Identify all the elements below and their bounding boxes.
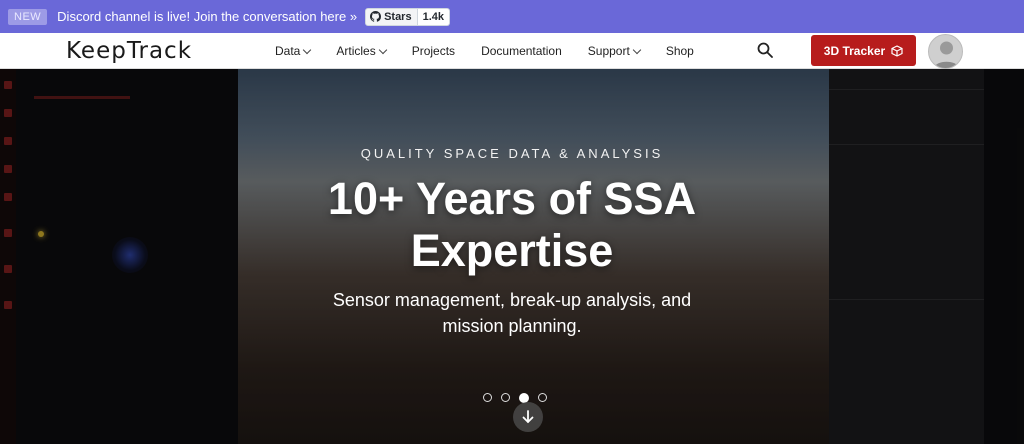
announcement-bar: NEW Discord channel is live! Join the co…	[0, 0, 1024, 33]
3d-tracker-button[interactable]: 3D Tracker	[811, 35, 916, 66]
hero-headline-line-2: Expertise	[410, 225, 614, 276]
nav-item-support[interactable]: Support	[587, 44, 642, 58]
announcement-link[interactable]: Discord channel is live! Join the conver…	[57, 9, 357, 24]
nav-item-label: Support	[587, 44, 630, 58]
nav-item-label: Data	[275, 44, 301, 58]
hero-headline: 10+ Years of SSA Expertise	[0, 173, 1024, 277]
nav-item-label: Articles	[336, 44, 376, 58]
user-avatar-icon	[933, 41, 960, 68]
chevron-down-icon	[378, 45, 387, 54]
github-star-count: 1.4k	[417, 7, 451, 26]
chevron-down-icon	[303, 45, 312, 54]
nav-item-documentation[interactable]: Documentation	[481, 44, 562, 58]
carousel-dot-1[interactable]	[483, 393, 492, 402]
chevron-down-icon	[632, 45, 642, 54]
nav-item-articles[interactable]: Articles	[336, 44, 387, 58]
logo[interactable]: KeepTrack	[66, 38, 192, 64]
hero-eyebrow: QUALITY SPACE DATA & ANALYSIS	[360, 146, 664, 161]
3d-tracker-label: 3D Tracker	[823, 43, 886, 58]
arrow-down-icon	[522, 410, 534, 424]
avatar[interactable]	[928, 34, 963, 69]
nav-item-shop[interactable]: Shop	[666, 44, 694, 58]
nav-item-label: Projects	[411, 44, 456, 58]
carousel-dot-2[interactable]	[501, 393, 510, 402]
github-stars-label: Stars	[384, 10, 412, 23]
carousel-dots	[483, 393, 547, 403]
nav-item-label: Documentation	[481, 44, 562, 58]
nav-item-data[interactable]: Data	[275, 44, 312, 58]
main-nav: KeepTrack Data Articles Projects Documen…	[0, 33, 1024, 69]
hero-subtitle: Sensor management, break-up analysis, an…	[332, 290, 692, 336]
hero-section: QUALITY SPACE DATA & ANALYSIS 10+ Years …	[0, 69, 1024, 444]
nav-menu: Data Articles Projects Documentation Sup…	[275, 33, 720, 69]
nav-item-label: Shop	[665, 44, 694, 58]
hero-headline-line-1: 10+ Years of SSA	[327, 173, 697, 224]
github-icon	[370, 11, 382, 22]
new-badge: NEW	[8, 8, 48, 25]
carousel-dot-4[interactable]	[538, 393, 547, 402]
github-stars-button[interactable]: Stars 1.4k	[365, 7, 451, 26]
nav-item-projects[interactable]: Projects	[412, 44, 455, 58]
search-icon[interactable]	[757, 42, 773, 58]
scroll-down-button[interactable]	[513, 402, 543, 432]
cube-icon	[891, 44, 903, 57]
